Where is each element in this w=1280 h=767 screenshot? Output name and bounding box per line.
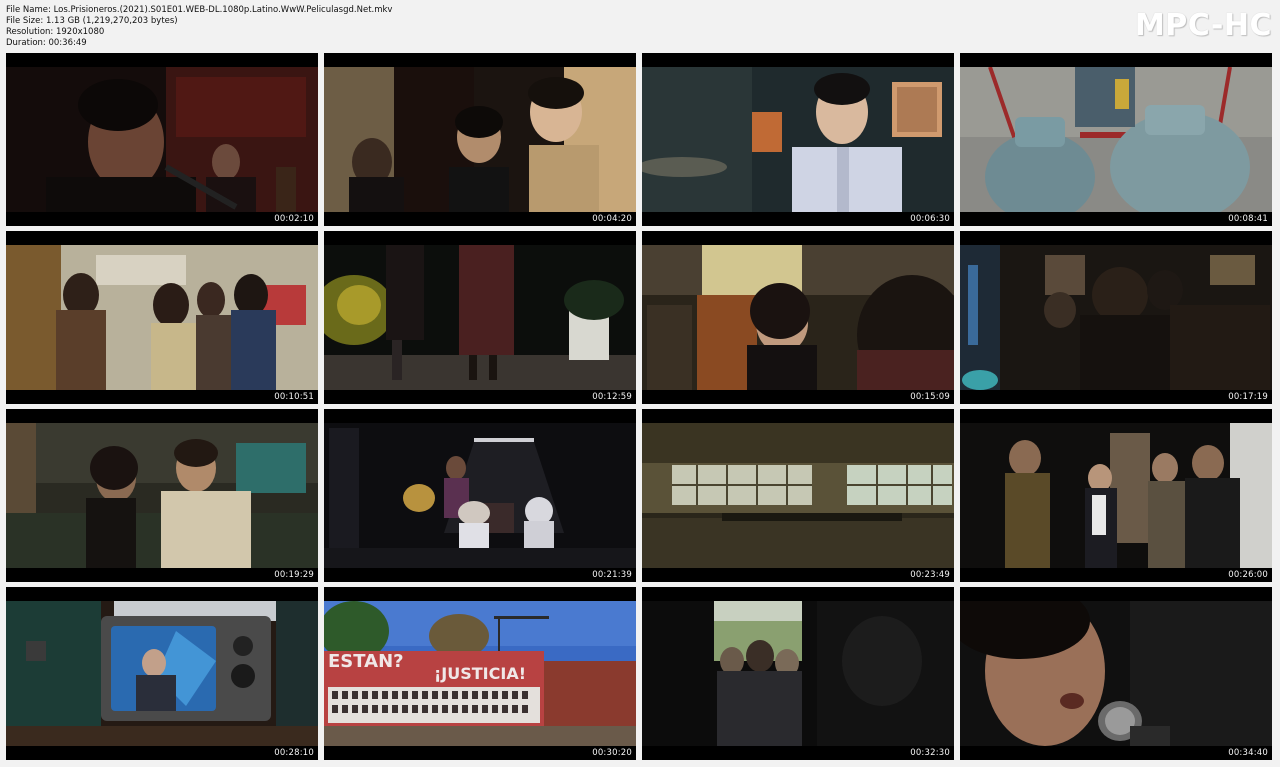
timestamp: 00:17:19 bbox=[1228, 392, 1268, 402]
video-frame bbox=[642, 601, 954, 746]
video-frame bbox=[324, 67, 636, 212]
thumbnail[interactable]: 00:28:10 bbox=[6, 587, 318, 760]
thumbnail-grid: 00:02:10 00:04:20 00:06:30 00:08:41 00:1… bbox=[6, 53, 1275, 761]
duration: Duration: 00:36:49 bbox=[6, 38, 87, 48]
timestamp: 00:32:30 bbox=[910, 748, 950, 758]
file-size: File Size: 1.13 GB (1,219,270,203 bytes) bbox=[6, 16, 178, 26]
video-frame bbox=[6, 67, 318, 212]
file-info: File Name: Los.Prisioneros.(2021).S01E01… bbox=[6, 5, 392, 49]
timestamp: 00:04:20 bbox=[592, 214, 632, 224]
thumbnail[interactable]: 00:08:41 bbox=[960, 53, 1272, 226]
video-frame: ESTAN? ¡JUSTICIA! bbox=[324, 601, 636, 746]
timestamp: 00:23:49 bbox=[910, 570, 950, 580]
thumbnail[interactable]: 00:21:39 bbox=[324, 409, 636, 582]
thumbnail[interactable]: 00:26:00 bbox=[960, 409, 1272, 582]
mpc-hc-logo: MPC-HC bbox=[1134, 8, 1272, 43]
thumbnail[interactable]: 00:15:09 bbox=[642, 231, 954, 404]
timestamp: 00:15:09 bbox=[910, 392, 950, 402]
resolution: Resolution: 1920x1080 bbox=[6, 27, 105, 37]
video-frame bbox=[324, 423, 636, 568]
video-frame bbox=[6, 601, 318, 746]
video-frame bbox=[6, 423, 318, 568]
thumbnail[interactable]: 00:06:30 bbox=[642, 53, 954, 226]
thumbnail[interactable]: 00:23:49 bbox=[642, 409, 954, 582]
timestamp: 00:21:39 bbox=[592, 570, 632, 580]
mural-text-left: ESTAN? bbox=[328, 651, 404, 672]
timestamp: 00:34:40 bbox=[1228, 748, 1268, 758]
video-frame bbox=[960, 601, 1272, 746]
timestamp: 00:10:51 bbox=[274, 392, 314, 402]
thumbnail[interactable]: 00:19:29 bbox=[6, 409, 318, 582]
video-frame bbox=[642, 423, 954, 568]
file-name: File Name: Los.Prisioneros.(2021).S01E01… bbox=[6, 5, 393, 15]
timestamp: 00:28:10 bbox=[274, 748, 314, 758]
timestamp: 00:26:00 bbox=[1228, 570, 1268, 580]
thumbnail[interactable]: 00:04:20 bbox=[324, 53, 636, 226]
video-frame bbox=[960, 67, 1272, 212]
timestamp: 00:19:29 bbox=[274, 570, 314, 580]
timestamp: 00:08:41 bbox=[1228, 214, 1268, 224]
thumbnail[interactable]: 00:17:19 bbox=[960, 231, 1272, 404]
video-frame bbox=[642, 67, 954, 212]
timestamp: 00:06:30 bbox=[910, 214, 950, 224]
thumbnail[interactable]: 00:10:51 bbox=[6, 231, 318, 404]
video-frame bbox=[642, 245, 954, 390]
thumbnail[interactable]: 00:02:10 bbox=[6, 53, 318, 226]
thumbnail[interactable]: 00:12:59 bbox=[324, 231, 636, 404]
video-frame bbox=[6, 245, 318, 390]
video-frame bbox=[324, 245, 636, 390]
thumbnail[interactable]: 00:32:30 bbox=[642, 587, 954, 760]
mural-text-right: ¡JUSTICIA! bbox=[434, 664, 526, 683]
thumbnail[interactable]: 00:34:40 bbox=[960, 587, 1272, 760]
video-frame bbox=[960, 423, 1272, 568]
thumbnail[interactable]: ESTAN? ¡JUSTICIA! 00:30:20 bbox=[324, 587, 636, 760]
timestamp: 00:30:20 bbox=[592, 748, 632, 758]
timestamp: 00:02:10 bbox=[274, 214, 314, 224]
timestamp: 00:12:59 bbox=[592, 392, 632, 402]
video-frame bbox=[960, 245, 1272, 390]
